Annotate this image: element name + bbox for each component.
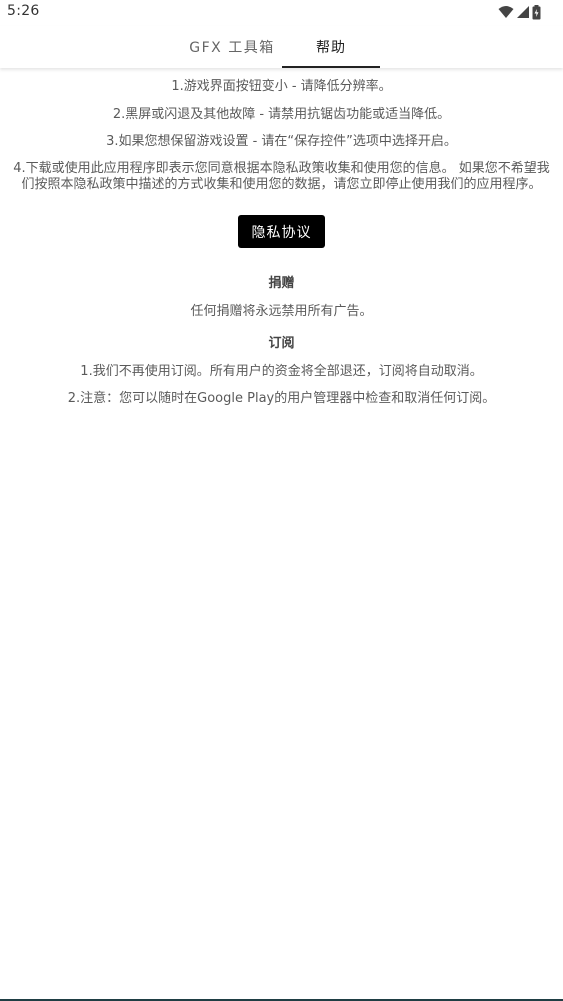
status-time: 5:26 (7, 3, 40, 19)
help-line-3: 3.如果您想保留游戏设置 - 请在“保存控件”选项中选择开启。 (106, 134, 457, 149)
subscription-line-1: 1.我们不再使用订阅。所有用户的资金将全部退还，订阅将自动取消。 (80, 364, 483, 379)
privacy-policy-button[interactable]: 隐私协议 (238, 215, 325, 248)
donation-text: 任何捐赠将永远禁用所有广告。 (190, 304, 373, 319)
help-line-1: 1.游戏界面按钮变小 - 请降低分辨率。 (171, 79, 392, 94)
status-icons (498, 4, 541, 20)
donation-title: 捐赠 (268, 276, 295, 291)
battery-icon (532, 4, 541, 19)
tab-help[interactable]: 帮助 (282, 26, 380, 68)
help-line-4: 4.下载或使用此应用程序即表示您同意根据本隐私政策收集和使用您的信息。 如果您不… (13, 161, 550, 192)
cell-signal-icon (517, 6, 529, 18)
tab-bar: GFX 工具箱 帮助 (0, 26, 563, 68)
tab-gfx-toolbox[interactable]: GFX 工具箱 (182, 26, 282, 68)
subscription-line-2: 2.注意：您可以随时在Google Play的用户管理器中检查和取消任何订阅。 (67, 391, 496, 406)
active-tab-indicator (282, 66, 380, 68)
help-line-2: 2.黑屏或闪退及其他故障 - 请禁用抗锯齿功能或适当降低。 (112, 107, 451, 122)
status-bar: 5:26 (0, 0, 563, 24)
subscription-title: 订阅 (268, 336, 295, 351)
wifi-icon (498, 6, 514, 18)
